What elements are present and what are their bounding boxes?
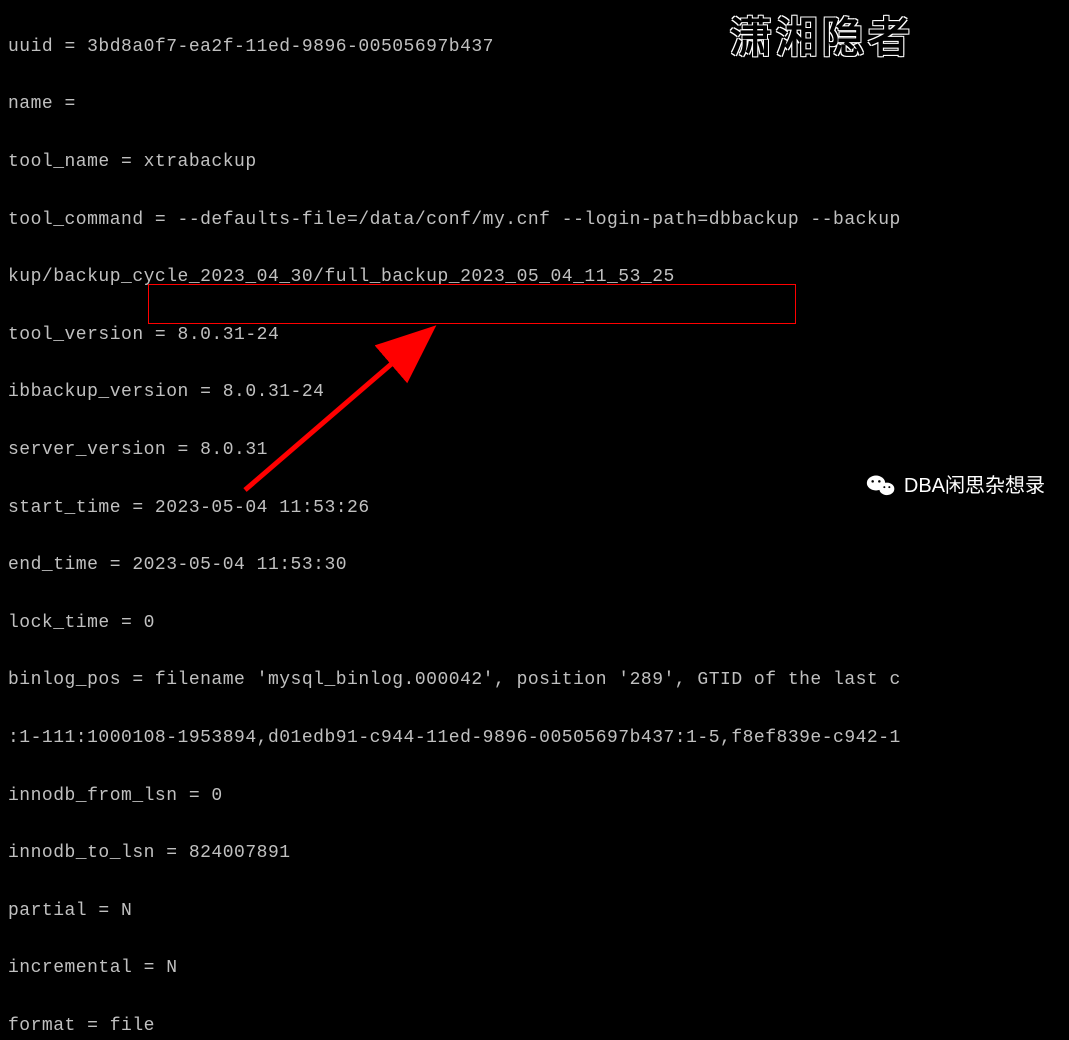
terminal-line: server_version = 8.0.31 <box>8 436 1061 465</box>
watermark-bottom-label: DBA闲思杂想录 <box>904 470 1045 502</box>
terminal-line: kup/backup_cycle_2023_04_30/full_backup_… <box>8 263 1061 292</box>
terminal-line: lock_time = 0 <box>8 609 1061 638</box>
watermark-bottom: DBA闲思杂想录 <box>866 470 1045 502</box>
terminal-line: :1-111:1000108-1953894,d01edb91-c944-11e… <box>8 724 1061 753</box>
terminal-line: binlog_pos = filename 'mysql_binlog.0000… <box>8 666 1061 695</box>
terminal-output: uuid = 3bd8a0f7-ea2f-11ed-9896-00505697b… <box>8 4 1061 1040</box>
watermark-top: 潇湘隐者 <box>730 6 914 73</box>
terminal-line: innodb_to_lsn = 824007891 <box>8 839 1061 868</box>
wechat-icon <box>866 473 896 499</box>
terminal-line: ibbackup_version = 8.0.31-24 <box>8 378 1061 407</box>
terminal-line: tool_version = 8.0.31-24 <box>8 321 1061 350</box>
terminal-line: tool_command = --defaults-file=/data/con… <box>8 206 1061 235</box>
terminal-line: name = <box>8 90 1061 119</box>
terminal-line: innodb_from_lsn = 0 <box>8 782 1061 811</box>
terminal-line: end_time = 2023-05-04 11:53:30 <box>8 551 1061 580</box>
terminal-line: partial = N <box>8 897 1061 926</box>
terminal-line: tool_name = xtrabackup <box>8 148 1061 177</box>
terminal-line: incremental = N <box>8 954 1061 983</box>
terminal-line: format = file <box>8 1012 1061 1040</box>
